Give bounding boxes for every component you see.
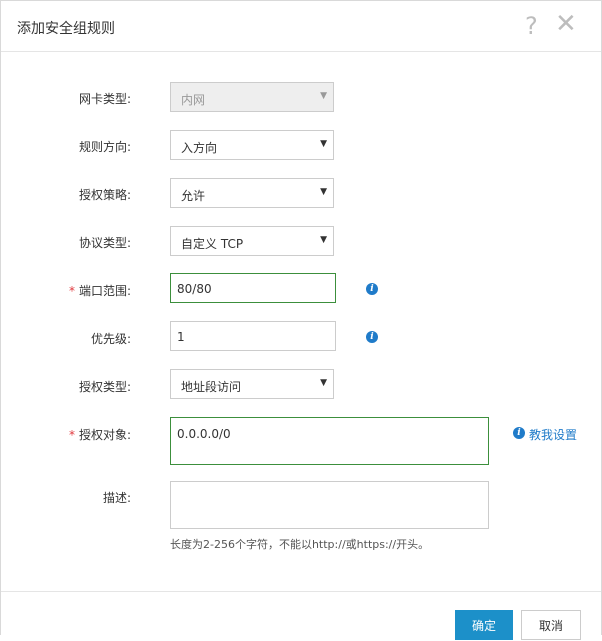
close-icon[interactable]: ✕ bbox=[555, 10, 577, 38]
required-mark: * bbox=[68, 428, 75, 442]
priority-label: 优先级: bbox=[90, 332, 131, 346]
direction-value: 入方向 bbox=[181, 141, 218, 155]
direction-select[interactable]: 入方向 ▼ bbox=[170, 130, 334, 160]
add-security-group-rule-dialog: 添加安全组规则 ? ✕ 网卡类型: 内网 ▼ 规则方向: 入方向 ▼ 授权策略:… bbox=[0, 0, 602, 640]
protocol-label: 协议类型: bbox=[78, 236, 131, 250]
info-icon[interactable]: i bbox=[513, 427, 525, 439]
direction-label: 规则方向: bbox=[78, 140, 131, 154]
description-textarea[interactable] bbox=[170, 481, 489, 529]
nic-type-value: 内网 bbox=[181, 93, 206, 107]
auth-object-label: 授权对象: bbox=[78, 428, 131, 442]
protocol-select[interactable]: 自定义 TCP ▼ bbox=[170, 226, 334, 256]
auth-object-label-wrap: * 授权对象: bbox=[1, 426, 131, 443]
auth-type-select[interactable]: 地址段访问 ▼ bbox=[170, 369, 334, 399]
port-range-input[interactable]: 80/80 bbox=[170, 273, 336, 303]
required-mark: * bbox=[68, 284, 75, 298]
chevron-down-icon: ▼ bbox=[320, 378, 327, 388]
auth-object-textarea[interactable]: 0.0.0.0/0 bbox=[170, 417, 489, 465]
ok-button[interactable]: 确定 bbox=[455, 610, 513, 640]
nic-type-label: 网卡类型: bbox=[78, 92, 131, 106]
description-label: 描述: bbox=[102, 491, 131, 505]
policy-select[interactable]: 允许 ▼ bbox=[170, 178, 334, 208]
help-icon[interactable]: ? bbox=[525, 12, 538, 40]
auth-object-value: 0.0.0.0/0 bbox=[177, 427, 231, 441]
dialog-title: 添加安全组规则 bbox=[17, 21, 115, 37]
port-range-label: 端口范围: bbox=[78, 284, 131, 298]
chevron-down-icon: ▼ bbox=[320, 91, 327, 101]
port-range-value: 80/80 bbox=[177, 282, 212, 296]
policy-value: 允许 bbox=[181, 189, 206, 203]
protocol-value: 自定义 TCP bbox=[181, 237, 244, 251]
chevron-down-icon: ▼ bbox=[320, 235, 327, 245]
priority-value: 1 bbox=[177, 330, 185, 344]
info-icon[interactable]: i bbox=[366, 283, 378, 295]
chevron-down-icon: ▼ bbox=[320, 139, 327, 149]
description-hint: 长度为2-256个字符，不能以http://或https://开头。 bbox=[170, 538, 430, 551]
auth-type-value: 地址段访问 bbox=[181, 380, 242, 394]
info-icon[interactable]: i bbox=[366, 331, 378, 343]
help-setup-link[interactable]: 教我设置 bbox=[529, 426, 577, 443]
footer-divider bbox=[1, 591, 601, 592]
priority-input[interactable]: 1 bbox=[170, 321, 336, 351]
auth-type-label: 授权类型: bbox=[78, 380, 131, 394]
nic-type-select: 内网 ▼ bbox=[170, 82, 334, 112]
chevron-down-icon: ▼ bbox=[320, 187, 327, 197]
policy-label: 授权策略: bbox=[78, 188, 131, 202]
cancel-button[interactable]: 取消 bbox=[521, 610, 581, 640]
port-range-label-wrap: * 端口范围: bbox=[1, 282, 131, 299]
dialog-header: 添加安全组规则 ? ✕ bbox=[1, 1, 601, 52]
